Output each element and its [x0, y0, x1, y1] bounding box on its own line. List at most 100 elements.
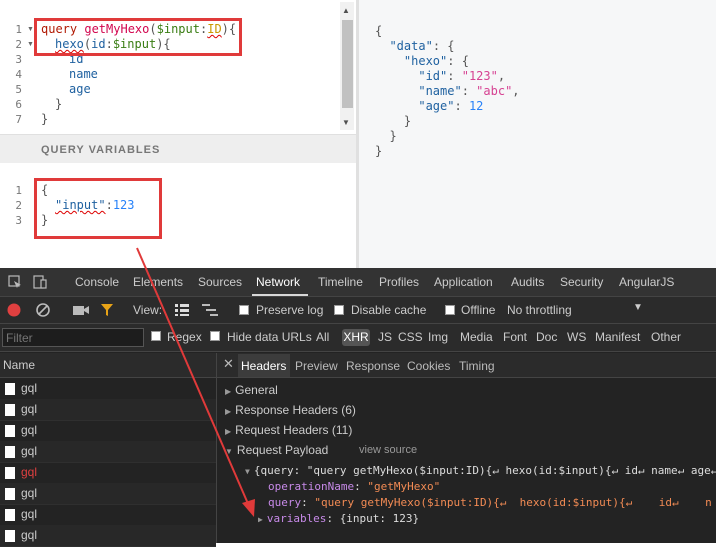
tab-profiles[interactable]: Profiles: [379, 275, 419, 289]
request-row[interactable]: gql: [0, 525, 216, 547]
request-name: gql: [21, 486, 38, 500]
inspect-icon[interactable]: [8, 275, 22, 289]
request-row-selected-error[interactable]: gql: [0, 462, 216, 484]
tab-audits[interactable]: Audits: [511, 275, 544, 289]
tab-application[interactable]: Application: [434, 275, 493, 289]
request-name: gql: [21, 528, 38, 542]
screenshot-icon[interactable]: [72, 304, 90, 316]
scroll-down-icon[interactable]: ▼: [342, 118, 350, 127]
line-number: 1: [15, 23, 22, 36]
chevron-down-icon[interactable]: ▼: [633, 302, 643, 313]
throttling-select[interactable]: No throttling: [507, 303, 572, 317]
overview-icon[interactable]: [201, 303, 219, 317]
tab-console[interactable]: Console: [75, 275, 119, 289]
file-icon: [5, 488, 15, 500]
field-age[interactable]: age: [69, 82, 91, 96]
payload-query: query: "query getMyHexo($input:ID){↵ hex…: [268, 496, 712, 509]
type-filter-doc[interactable]: Doc: [536, 330, 557, 344]
file-icon: [5, 530, 15, 542]
scrollbar-thumb[interactable]: [342, 20, 353, 108]
record-icon[interactable]: [6, 302, 22, 318]
detail-divider[interactable]: [216, 353, 217, 543]
request-row[interactable]: gql: [0, 378, 216, 400]
fold-arrow-icon[interactable]: ▼: [27, 26, 34, 33]
filter-input[interactable]: [2, 328, 144, 347]
tab-timing[interactable]: Timing: [459, 359, 495, 373]
request-name: gql: [21, 444, 38, 458]
file-icon: [5, 446, 15, 458]
request-row[interactable]: gql: [0, 399, 216, 421]
request-row[interactable]: gql: [0, 420, 216, 442]
type-filter-other[interactable]: Other: [651, 330, 681, 344]
section-request-payload[interactable]: ▼ Request Payload: [225, 443, 328, 457]
tab-preview[interactable]: Preview: [295, 359, 338, 373]
tab-network[interactable]: Network: [256, 275, 300, 289]
tab-headers[interactable]: Headers: [241, 359, 286, 373]
tab-elements[interactable]: Elements: [133, 275, 183, 289]
request-name: gql: [21, 402, 38, 416]
line-number: 6: [15, 98, 22, 111]
request-name: gql: [21, 465, 38, 479]
type-filter-media[interactable]: Media: [460, 330, 493, 344]
result-line: "hexo": {: [403, 54, 469, 68]
type-filter-css[interactable]: CSS: [398, 330, 423, 344]
hide-data-urls-label: Hide data URLs: [227, 330, 312, 344]
expand-triangle-icon: ▶: [258, 515, 263, 524]
close-icon[interactable]: ✕: [223, 356, 234, 372]
offline-checkbox[interactable]: [445, 305, 455, 315]
name-column-header[interactable]: Name: [0, 353, 216, 378]
request-row[interactable]: gql: [0, 504, 216, 526]
result-line: {: [375, 24, 383, 38]
type-filter-js[interactable]: JS: [378, 330, 392, 344]
file-icon: [5, 509, 15, 521]
regex-checkbox[interactable]: [151, 331, 161, 341]
collapse-triangle-icon: ▼: [225, 447, 233, 456]
payload-variables[interactable]: ▶ variables: {input: 123}: [258, 512, 419, 525]
tab-security[interactable]: Security: [560, 275, 603, 289]
closing-brace[interactable]: }: [55, 97, 62, 111]
large-rows-icon[interactable]: [174, 303, 190, 317]
result-line: }: [403, 114, 412, 128]
request-row[interactable]: gql: [0, 483, 216, 505]
type-filter-manifest[interactable]: Manifest: [595, 330, 640, 344]
regex-label: Regex: [167, 330, 202, 344]
clear-icon[interactable]: [35, 302, 51, 318]
field-name[interactable]: name: [69, 67, 98, 81]
line-number: 3: [15, 214, 22, 227]
closing-brace[interactable]: }: [41, 112, 48, 126]
section-request-headers[interactable]: ▶ Request Headers (11): [225, 423, 352, 437]
tab-timeline[interactable]: Timeline: [318, 275, 363, 289]
disable-cache-checkbox[interactable]: [334, 305, 344, 315]
filter-bar: Regex Hide data URLs All XHR JS CSS Img …: [0, 324, 716, 352]
tab-cookies[interactable]: Cookies: [407, 359, 450, 373]
scroll-up-icon[interactable]: ▲: [342, 6, 350, 15]
expand-triangle-icon: ▶: [225, 427, 232, 436]
type-filter-font[interactable]: Font: [503, 330, 527, 344]
query-variables-title: QUERY VARIABLES: [41, 144, 161, 156]
preserve-log-checkbox[interactable]: [239, 305, 249, 315]
type-filter-all[interactable]: All: [316, 330, 329, 344]
preserve-log-label: Preserve log: [256, 303, 324, 317]
request-name: gql: [21, 507, 38, 521]
section-general[interactable]: ▶ General: [225, 383, 278, 397]
payload-root[interactable]: ▼ {query: "query getMyHexo($input:ID){↵ h…: [245, 464, 716, 477]
request-row[interactable]: gql: [0, 441, 216, 463]
device-toolbar-icon[interactable]: [32, 274, 48, 290]
section-response-headers[interactable]: ▶ Response Headers (6): [225, 403, 356, 417]
type-filter-img[interactable]: Img: [428, 330, 448, 344]
query-variables-bar[interactable]: QUERY VARIABLES: [0, 134, 358, 163]
filter-icon[interactable]: [100, 303, 114, 317]
view-source-link[interactable]: view source: [359, 444, 417, 456]
highlight-box: [34, 18, 242, 56]
request-name: gql: [21, 381, 38, 395]
hide-data-urls-checkbox[interactable]: [210, 331, 220, 341]
type-filter-ws[interactable]: WS: [567, 330, 586, 344]
tab-response[interactable]: Response: [346, 359, 400, 373]
fold-arrow-icon[interactable]: ▼: [27, 41, 34, 48]
type-filter-xhr[interactable]: XHR: [342, 329, 370, 346]
line-number: 5: [15, 83, 22, 96]
tab-sources[interactable]: Sources: [198, 275, 242, 289]
result-line: "data": {: [389, 39, 455, 53]
tab-angularjs[interactable]: AngularJS: [619, 275, 674, 289]
line-number: 2: [15, 199, 22, 212]
